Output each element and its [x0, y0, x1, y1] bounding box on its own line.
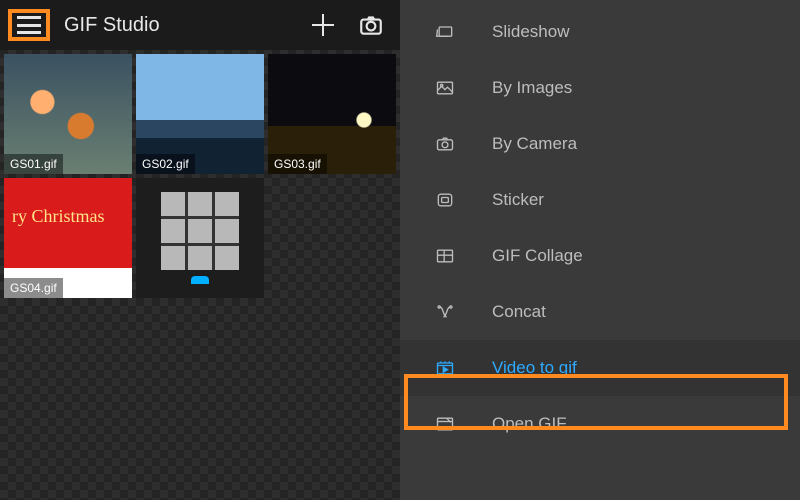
concat-icon: [432, 301, 458, 323]
hamburger-icon[interactable]: [17, 16, 41, 34]
menu-item-open-gif[interactable]: Open GIF: [400, 396, 800, 452]
thumbnail-overlay-text: ry Christmas: [12, 206, 105, 227]
collage-icon: [432, 245, 458, 267]
menu-item-label: Slideshow: [492, 22, 570, 42]
thumbnail[interactable]: GS01.gif: [4, 54, 132, 174]
menu-item-sticker[interactable]: Sticker: [400, 172, 800, 228]
menu-item-label: GIF Collage: [492, 246, 583, 266]
thumbnail[interactable]: GS02.gif: [136, 54, 264, 174]
collage-grid-icon: [161, 192, 239, 270]
menu-item-label: Concat: [492, 302, 546, 322]
menu-item-by-images[interactable]: By Images: [400, 60, 800, 116]
thumbnail[interactable]: [136, 178, 264, 298]
create-menu-panel: Slideshow By Images By Camera: [400, 0, 800, 500]
menu-item-gif-collage[interactable]: GIF Collage: [400, 228, 800, 284]
indicator-icon: [191, 276, 209, 284]
menu-item-label: By Images: [492, 78, 572, 98]
app-title: GIF Studio: [64, 14, 296, 37]
thumbnail[interactable]: GS03.gif: [268, 54, 396, 174]
thumbnail-filename: GS03.gif: [268, 154, 327, 174]
open-icon: [432, 413, 458, 435]
menu-item-by-camera[interactable]: By Camera: [400, 116, 800, 172]
sticker-icon: [432, 189, 458, 211]
menu-item-label: By Camera: [492, 134, 577, 154]
add-icon[interactable]: [310, 12, 336, 38]
menu-highlight: [8, 9, 50, 41]
top-bar: GIF Studio: [0, 0, 400, 50]
menu-item-slideshow[interactable]: Slideshow: [400, 4, 800, 60]
images-icon: [432, 77, 458, 99]
video-icon: [432, 357, 458, 379]
thumbnail-filename: GS04.gif: [4, 278, 63, 298]
camera-icon: [432, 133, 458, 155]
gallery-panel: GIF Studio GS01.gif GS02.gif GS03.gif ry…: [0, 0, 400, 500]
thumbnail[interactable]: ry Christmas GS04.gif: [4, 178, 132, 298]
thumbnail-filename: GS02.gif: [136, 154, 195, 174]
menu-item-video-to-gif[interactable]: Video to gif: [400, 340, 800, 396]
thumbnail-filename: GS01.gif: [4, 154, 63, 174]
menu-item-label: Open GIF: [492, 414, 567, 434]
menu-item-label: Sticker: [492, 190, 544, 210]
thumbnail-grid: GS01.gif GS02.gif GS03.gif ry Christmas …: [0, 50, 400, 500]
menu-item-label: Video to gif: [492, 358, 577, 378]
camera-icon[interactable]: [358, 12, 384, 38]
slideshow-icon: [432, 21, 458, 43]
top-actions: [310, 12, 384, 38]
menu-item-concat[interactable]: Concat: [400, 284, 800, 340]
